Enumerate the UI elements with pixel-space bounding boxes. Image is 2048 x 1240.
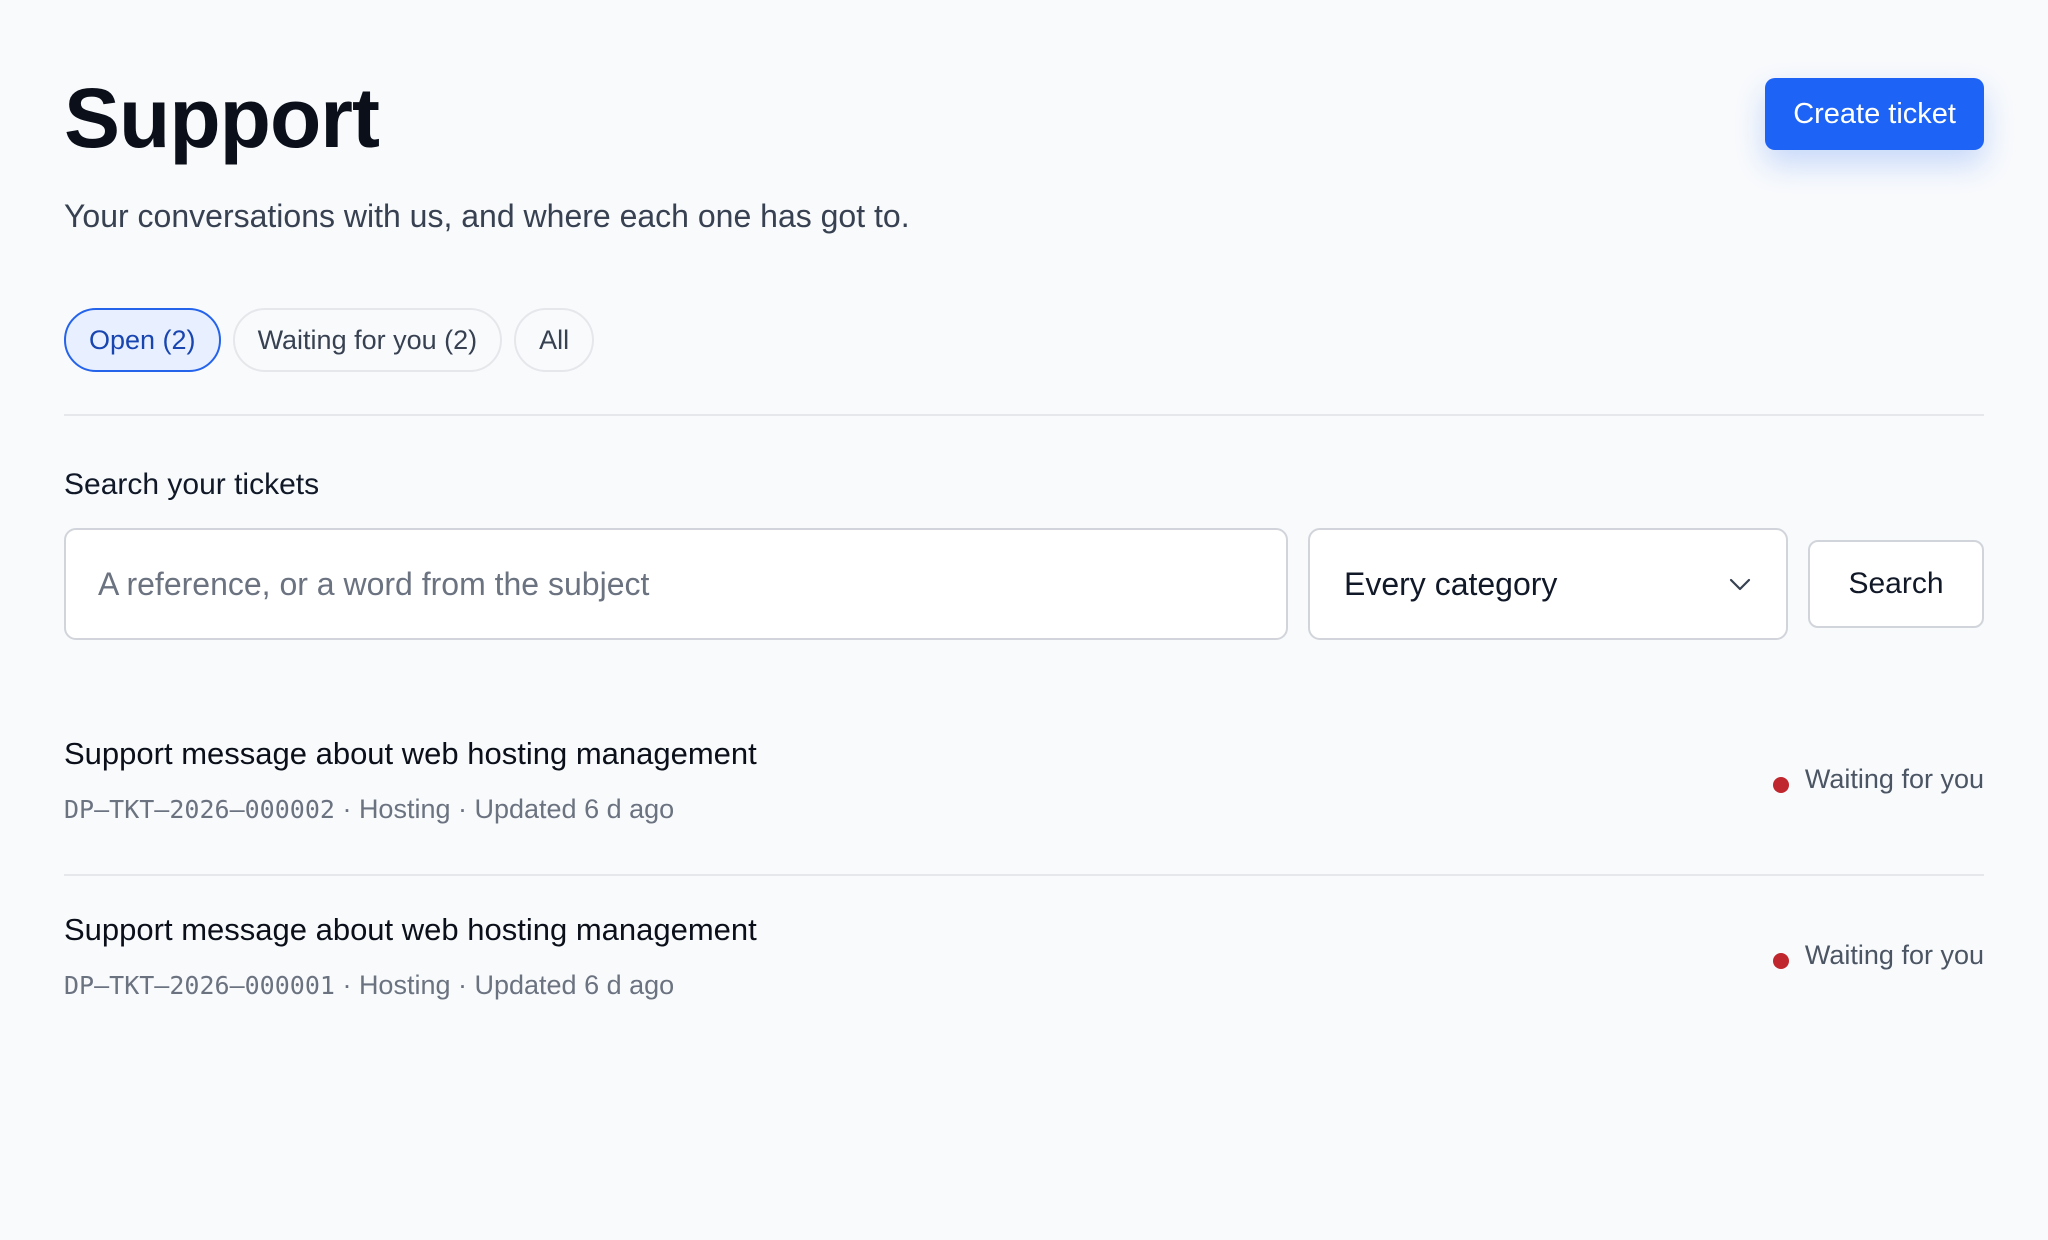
ticket-updated: Updated 6 d ago xyxy=(474,970,675,1000)
search-input[interactable] xyxy=(64,528,1288,640)
ticket-subject[interactable]: Support message about web hosting manage… xyxy=(64,736,757,772)
status-text: Waiting for you xyxy=(1804,764,1984,794)
search-button[interactable]: Search xyxy=(1808,540,1984,628)
ticket-subject[interactable]: Support message about web hosting manage… xyxy=(64,912,757,948)
meta-separator: · xyxy=(334,970,359,1000)
ticket-category: Hosting xyxy=(358,970,451,1000)
status-dot-icon xyxy=(1772,776,1789,793)
ticket-category: Hosting xyxy=(358,794,451,824)
ticket-status: Waiting for you xyxy=(1772,764,1984,795)
ticket-reference: DP–TKT–2026–000001 xyxy=(64,971,335,1000)
ticket-reference: DP–TKT–2026–000002 xyxy=(64,795,335,824)
ticket-meta: DP–TKT–2026–000001 · Hosting · Updated 6… xyxy=(64,970,674,1001)
meta-separator: · xyxy=(334,794,359,824)
ticket-list: Support message about web hosting manage… xyxy=(64,700,1984,1052)
page-subtitle: Your conversations with us, and where ea… xyxy=(64,198,910,234)
ticket-updated: Updated 6 d ago xyxy=(474,794,675,824)
create-ticket-button[interactable]: Create ticket xyxy=(1765,78,1984,150)
section-divider xyxy=(64,414,1984,416)
meta-separator: · xyxy=(450,794,475,824)
meta-separator: · xyxy=(450,970,475,1000)
category-select[interactable]: Every category xyxy=(1308,528,1788,640)
ticket-row[interactable]: Support message about web hosting manage… xyxy=(64,700,1984,876)
status-dot-icon xyxy=(1772,952,1789,969)
ticket-meta: DP–TKT–2026–000002 · Hosting · Updated 6… xyxy=(64,794,674,825)
tab-waiting-for-you[interactable]: Waiting for you (2) xyxy=(232,308,503,372)
search-label: Search your tickets xyxy=(64,468,320,501)
ticket-status: Waiting for you xyxy=(1772,940,1984,971)
tab-open[interactable]: Open (2) xyxy=(64,308,221,372)
ticket-row[interactable]: Support message about web hosting manage… xyxy=(64,876,1984,1052)
page-title: Support xyxy=(64,71,380,165)
tab-all[interactable]: All xyxy=(514,308,595,372)
category-select-value: Every category xyxy=(1344,565,1558,602)
status-text: Waiting for you xyxy=(1804,940,1984,970)
ticket-filter-tabs: Open (2) Waiting for you (2) All xyxy=(64,308,595,372)
chevron-down-icon xyxy=(1729,578,1751,591)
